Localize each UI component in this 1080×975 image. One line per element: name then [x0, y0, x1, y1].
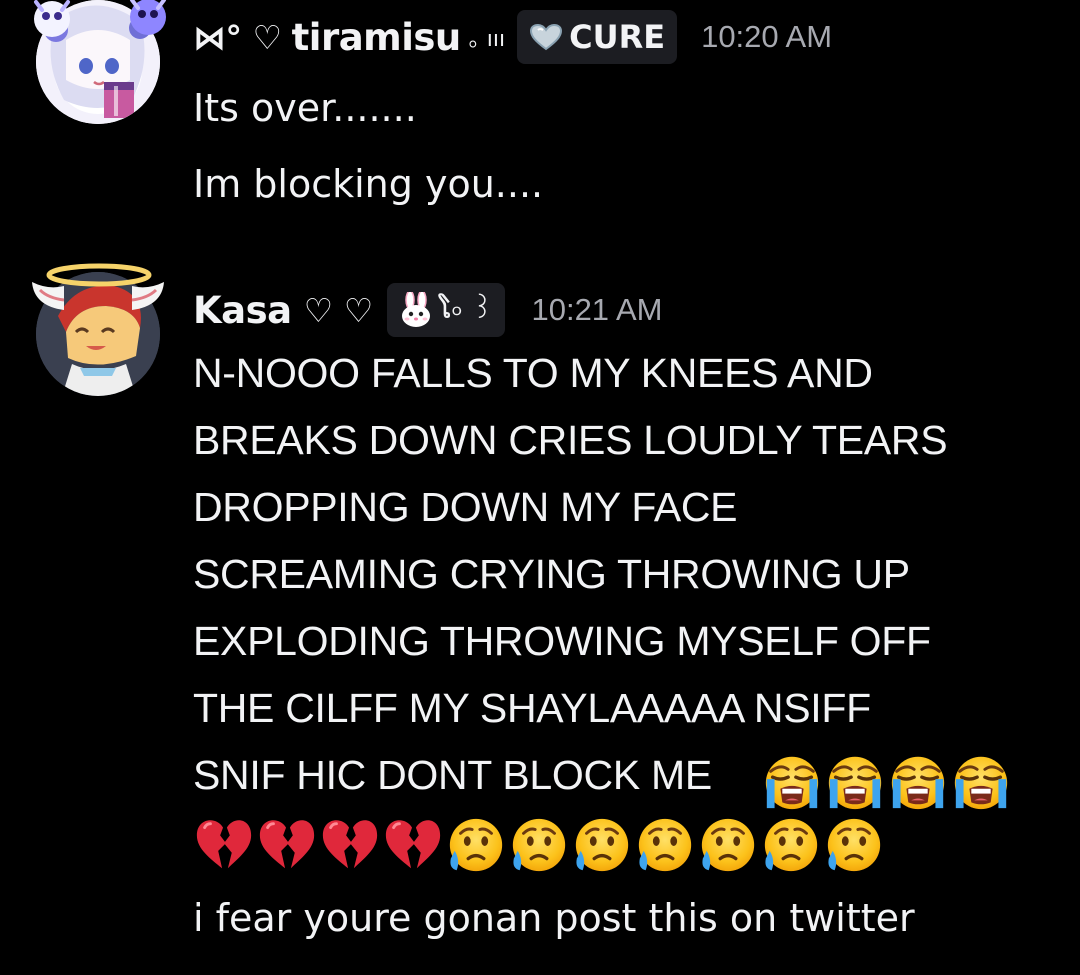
- avatar-decoration-right: [130, 0, 166, 35]
- loudly-crying-face-emoji: [950, 750, 1012, 812]
- message-line: i fear youre gonan post this on twitter: [193, 896, 915, 940]
- avatar[interactable]: [34, 0, 166, 124]
- message-line: BREAKS DOWN CRIES LOUDLY TEARS: [193, 417, 948, 463]
- timestamp[interactable]: 10:20 AM: [701, 19, 832, 55]
- broken-heart-emoji: [193, 814, 255, 876]
- emoji-row-inline: [761, 750, 1013, 812]
- username[interactable]: tiramisu: [292, 16, 462, 59]
- broken-heart-emoji: [319, 814, 381, 876]
- sad-but-relieved-face-emoji: [508, 814, 570, 876]
- sad-but-relieved-face-emoji: [760, 814, 822, 876]
- bunny-icon: [401, 292, 430, 327]
- wing-right-decoration: [131, 282, 164, 310]
- guild-tag[interactable]: CURE: [517, 10, 678, 64]
- message-header: ⋈° ♡ tiramisu ｡ ııı CURE 10:20 AM: [193, 10, 832, 64]
- broken-heart-emoji: [382, 814, 444, 876]
- message-line: SNIF HIC DONT BLOCK ME: [193, 752, 712, 798]
- message-line: N-NOOO FALLS TO MY KNEES AND: [193, 350, 873, 396]
- guild-tag-label: ໂ৹ ꒱: [438, 291, 494, 325]
- sad-but-relieved-face-emoji: [697, 814, 759, 876]
- timestamp[interactable]: 10:21 AM: [531, 292, 662, 328]
- username-suffix: ｡ ııı: [468, 27, 506, 52]
- message-line: SCREAMING CRYING THROWING UP: [193, 551, 910, 597]
- message-line: THE CILFF MY SHAYLAAAAA NSIFF: [193, 685, 871, 731]
- sad-but-relieved-face-emoji: [571, 814, 633, 876]
- guild-tag-label: CURE: [569, 18, 666, 56]
- loudly-crying-face-emoji: [761, 750, 823, 812]
- message-line: DROPPING DOWN MY FACE: [193, 484, 738, 530]
- username[interactable]: Kasa: [193, 289, 292, 332]
- username-suffix: ♡ ♡: [303, 290, 374, 330]
- message-header: Kasa ♡ ♡ ໂ৹ ꒱ 10:21 AM: [193, 283, 662, 337]
- broken-heart-emoji: [256, 814, 318, 876]
- heart-icon: [530, 23, 563, 51]
- message-line: Its over.......: [193, 86, 417, 130]
- sad-but-relieved-face-emoji: [634, 814, 696, 876]
- sad-but-relieved-face-emoji: [445, 814, 507, 876]
- emoji-row: [193, 814, 886, 876]
- loudly-crying-face-emoji: [887, 750, 949, 812]
- avatar[interactable]: [32, 263, 164, 396]
- loudly-crying-face-emoji: [824, 750, 886, 812]
- guild-tag[interactable]: ໂ৹ ꒱: [386, 283, 506, 337]
- wing-left-decoration: [32, 282, 65, 310]
- message-line: EXPLODING THROWING MYSELF OFF: [193, 618, 931, 664]
- username-prefix[interactable]: ⋈° ♡: [193, 18, 282, 57]
- sad-but-relieved-face-emoji: [823, 814, 885, 876]
- avatar-decoration-left: [34, 0, 70, 37]
- message-line: Im blocking you....: [193, 162, 544, 206]
